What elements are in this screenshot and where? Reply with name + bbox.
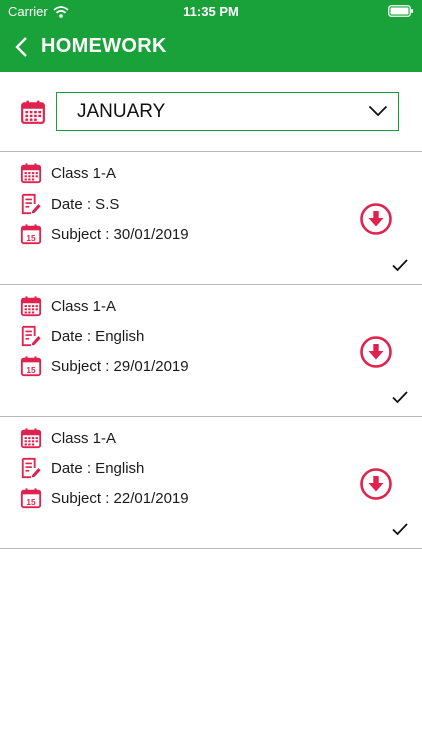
class-row: Class 1-A	[20, 426, 116, 450]
calendar-15-icon	[20, 487, 42, 509]
download-icon[interactable]	[359, 467, 393, 501]
nav-bar: HOMEWORK	[0, 30, 422, 64]
checkmark-icon	[391, 522, 409, 536]
homework-card: Class 1-A Date : English Subject : 22/01…	[0, 417, 422, 549]
month-dropdown[interactable]: JANUARY	[56, 92, 399, 131]
homework-card: Class 1-A Date : S.S Subject : 30/01/201…	[0, 152, 422, 284]
month-selected-value: JANUARY	[77, 101, 166, 122]
calendar-icon[interactable]	[20, 99, 46, 125]
homework-class: Class 1-A	[51, 164, 117, 182]
calendar-icon	[20, 427, 42, 449]
homework-class: Class 1-A	[51, 297, 117, 315]
homework-subject: Subject : 22/01/2019	[51, 489, 189, 507]
battery-icon	[388, 5, 413, 17]
date-row: Date : English	[20, 456, 144, 480]
checkmark-icon	[391, 258, 409, 272]
date-row: Date : S.S	[20, 192, 119, 216]
notepad-edit-icon	[20, 457, 42, 479]
homework-card: Class 1-A Date : English Subject : 29/01…	[0, 285, 422, 417]
homework-date: Date : English	[51, 459, 145, 477]
class-row: Class 1-A	[20, 161, 116, 185]
download-icon[interactable]	[359, 202, 393, 236]
calendar-icon	[20, 295, 42, 317]
date-row: Date : English	[20, 324, 144, 348]
download-icon[interactable]	[359, 335, 393, 369]
page-title: HOMEWORK	[41, 35, 167, 57]
subject-row: Subject : 22/01/2019	[20, 486, 189, 510]
status-time: 11:35 PM	[183, 4, 239, 19]
homework-subject: Subject : 30/01/2019	[51, 225, 189, 243]
homework-date: Date : S.S	[51, 195, 120, 213]
calendar-15-icon	[20, 223, 42, 245]
notepad-edit-icon	[20, 193, 42, 215]
notepad-edit-icon	[20, 325, 42, 347]
checkmark-icon	[391, 390, 409, 404]
app-header: Carrier 11:35 PM HOMEWORK	[0, 0, 422, 72]
calendar-15-icon	[20, 355, 42, 377]
chevron-left-icon[interactable]	[12, 36, 32, 58]
calendar-icon	[20, 162, 42, 184]
subject-row: Subject : 29/01/2019	[20, 354, 189, 378]
month-filter: JANUARY	[0, 90, 422, 134]
homework-subject: Subject : 29/01/2019	[51, 357, 189, 375]
subject-row: Subject : 30/01/2019	[20, 222, 189, 246]
homework-class: Class 1-A	[51, 429, 117, 447]
class-row: Class 1-A	[20, 294, 116, 318]
chevron-down-icon	[368, 105, 388, 117]
status-bar: Carrier 11:35 PM	[0, 3, 422, 21]
divider	[0, 548, 422, 549]
homework-date: Date : English	[51, 327, 145, 345]
